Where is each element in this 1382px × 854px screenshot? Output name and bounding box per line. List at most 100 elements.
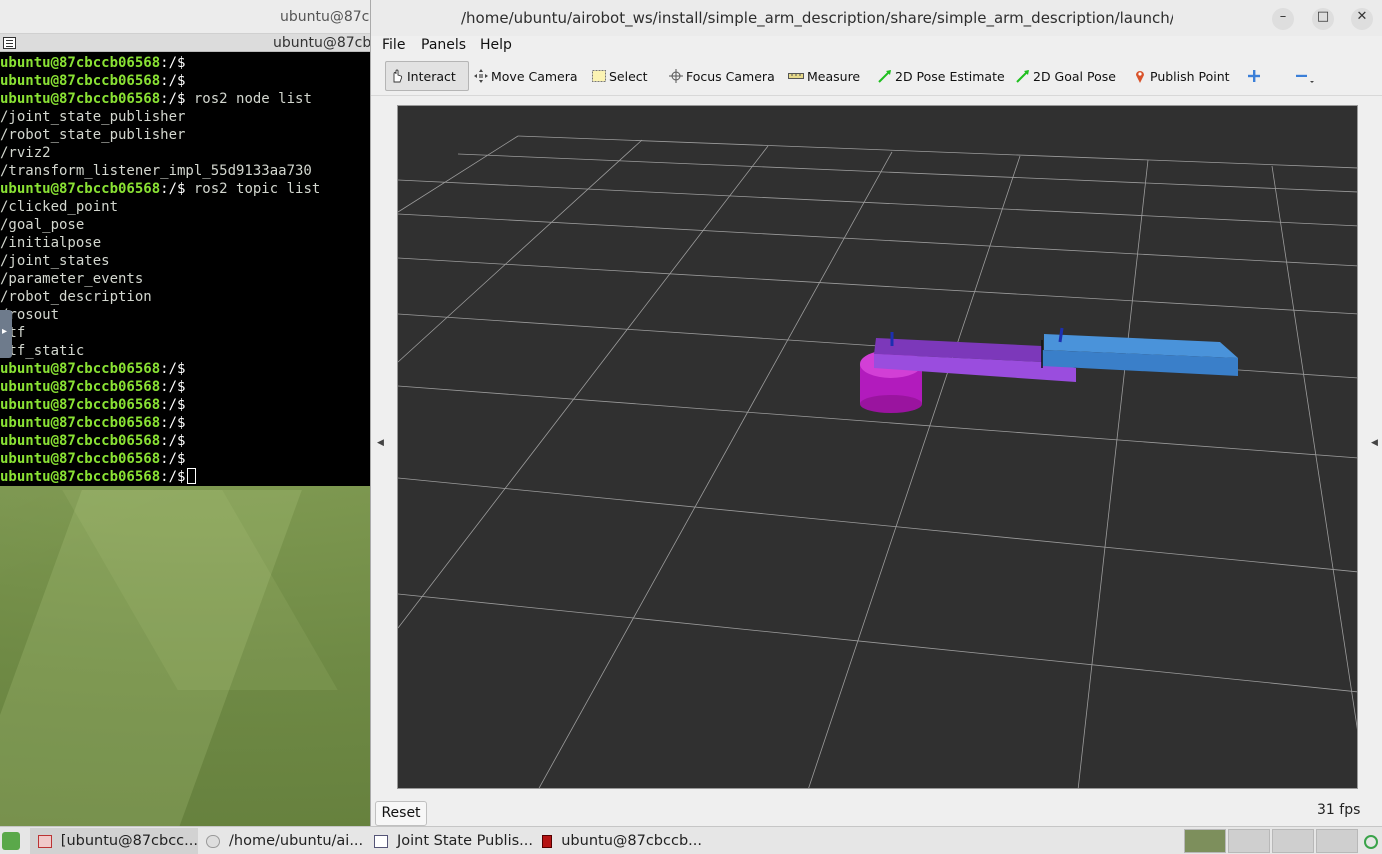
terminal-menu-icon[interactable] — [3, 37, 16, 49]
terminal-output-line: /rviz2 — [0, 145, 51, 161]
terminal-titlebar[interactable]: ubuntu@87cbccb06568: / — [0, 0, 461, 34]
taskbar-task-label: Joint State Publis... — [397, 833, 533, 849]
close-button[interactable]: ✕ — [1351, 8, 1373, 30]
terminal-line: ubuntu@87cbccb06568:/$ ros2 topic list — [0, 180, 372, 198]
show-desktop-icon[interactable] — [2, 832, 20, 850]
add-tool-button[interactable] — [1247, 61, 1264, 91]
terminal-prompt-path: :/$ — [160, 379, 186, 395]
terminal-line: ubuntu@87cbccb06568:/$ — [0, 468, 372, 486]
pose-estimate-arrow-icon — [878, 69, 892, 83]
terminal-line: /tf_static — [0, 342, 372, 360]
hand-icon — [390, 69, 404, 83]
ruler-icon — [788, 69, 804, 83]
terminal-output[interactable]: ubuntu@87cbccb06568:/$ ubuntu@87cbccb0656… — [0, 52, 372, 486]
taskbar-task-label: /home/ubuntu/ai... — [229, 833, 364, 849]
terminal-command: ros2 node list — [185, 91, 312, 107]
workspace-4[interactable] — [1316, 829, 1358, 853]
terminal-prompt-path: :/$ — [160, 433, 186, 449]
terminal-prompt: ubuntu@87cbccb06568 — [0, 397, 161, 413]
focus-camera-tool-label: Focus Camera — [686, 68, 775, 84]
publish-point-tool-label: Publish Point — [1150, 68, 1230, 84]
taskbar-task-rviz[interactable]: /home/ubuntu/ai... — [200, 828, 366, 854]
measure-tool[interactable]: Measure — [788, 61, 860, 91]
taskbar-task-label: ubuntu@87cbccb... — [561, 833, 702, 849]
terminal-line: ubuntu@87cbccb06568:/$ — [0, 54, 372, 72]
terminal-prompt-path: :/$ — [160, 91, 186, 107]
terminal-line: /transform_listener_impl_55d9133aa730 — [0, 162, 372, 180]
terminal-prompt: ubuntu@87cbccb06568 — [0, 433, 161, 449]
select-icon — [592, 69, 606, 83]
menu-file[interactable]: File — [382, 37, 405, 53]
3d-render-view[interactable] — [397, 105, 1358, 789]
minimize-button[interactable]: – — [1272, 8, 1294, 30]
terminal-app-icon — [542, 834, 553, 848]
remove-tool-button[interactable] — [1295, 61, 1318, 91]
terminal-line: /robot_state_publisher — [0, 126, 372, 144]
terminal-line: /goal_pose — [0, 216, 372, 234]
maximize-icon: □ — [1316, 9, 1330, 24]
terminal-prompt: ubuntu@87cbccb06568 — [0, 379, 161, 395]
terminal-line: ubuntu@87cbccb06568:/$ — [0, 450, 372, 468]
taskbar-task-terminal[interactable]: [ubuntu@87cbcc... — [30, 828, 198, 854]
terminal-prompt: ubuntu@87cbccb06568 — [0, 469, 161, 485]
terminal-prompt: ubuntu@87cbccb06568 — [0, 181, 161, 197]
terminal-prompt: ubuntu@87cbccb06568 — [0, 91, 161, 107]
publish-point-tool[interactable]: Publish Point — [1133, 61, 1230, 91]
measure-tool-label: Measure — [807, 68, 861, 84]
left-dock-toggle[interactable]: ◀ — [377, 438, 384, 448]
terminal-tabbar[interactable]: ubuntu@87cbccb06568: / — [0, 34, 454, 52]
terminal-prompt: ubuntu@87cbccb06568 — [0, 55, 161, 71]
terminal-prompt-path: :/$ — [160, 55, 186, 71]
terminal-line: /robot_description — [0, 288, 372, 306]
terminal-prompt-path: :/$ — [160, 451, 186, 467]
menu-panels[interactable]: Panels — [421, 37, 466, 53]
terminal-line: /rosout — [0, 306, 372, 324]
menu-bar: File Panels Help — [371, 36, 1382, 58]
terminal-line: ubuntu@87cbccb06568:/$ — [0, 360, 372, 378]
rviz-titlebar[interactable]: /home/ubuntu/airobot_ws/install/simple_a… — [371, 0, 1382, 36]
workspace-1[interactable] — [1184, 829, 1226, 853]
terminal-line: ubuntu@87cbccb06568:/$ — [0, 378, 372, 396]
terminal-output-line: /tf_static — [0, 343, 85, 359]
terminal-app-icon — [38, 834, 52, 848]
select-tool[interactable]: Select — [592, 61, 648, 91]
taskbar-task-terminal-2[interactable]: ubuntu@87cbccb... — [536, 828, 702, 854]
fps-readout: 31 fps — [1317, 802, 1361, 818]
map-pin-icon — [1133, 69, 1147, 83]
terminal-line: ubuntu@87cbccb06568:/$ — [0, 396, 372, 414]
terminal-output-line: /robot_description — [0, 289, 152, 305]
terminal-command: ros2 topic list — [185, 181, 321, 197]
rviz-window: /home/ubuntu/airobot_ws/install/simple_a… — [370, 0, 1382, 826]
workspace-3[interactable] — [1272, 829, 1314, 853]
close-icon: ✕ — [1356, 9, 1368, 24]
terminal-line: ubuntu@87cbccb06568:/$ — [0, 432, 372, 450]
terminal-line: ubuntu@87cbccb06568:/$ ros2 node list — [0, 90, 372, 108]
focus-camera-icon — [669, 69, 683, 83]
workspace-2[interactable] — [1228, 829, 1270, 853]
terminal-line: /joint_state_publisher — [0, 108, 372, 126]
trash-icon[interactable] — [1364, 835, 1378, 849]
tool-toolbar: Interact Move Camera Select Focus Camera… — [371, 58, 1382, 96]
maximize-button[interactable]: □ — [1312, 8, 1334, 30]
taskbar-task-joint-state-publisher[interactable]: Joint State Publis... — [368, 828, 534, 854]
terminal-output-line: /parameter_events — [0, 271, 144, 287]
move-camera-tool[interactable]: Move Camera — [474, 61, 578, 91]
terminal-prompt-path: :/$ — [160, 415, 186, 431]
select-tool-label: Select — [609, 68, 648, 84]
menu-help[interactable]: Help — [480, 37, 512, 53]
terminal-output-line: /transform_listener_impl_55d9133aa730 — [0, 163, 312, 179]
terminal-prompt-path: :/$ — [160, 397, 186, 413]
goal-pose-arrow-icon — [1016, 69, 1030, 83]
focus-camera-tool[interactable]: Focus Camera — [669, 61, 775, 91]
window-app-icon — [374, 834, 388, 848]
goal-pose-tool[interactable]: 2D Goal Pose — [1016, 61, 1116, 91]
move-camera-icon — [474, 69, 488, 83]
right-dock-toggle[interactable]: ◀ — [1371, 438, 1378, 448]
terminal-prompt-path: :/$ — [160, 361, 186, 377]
terminal-output-line: /initialpose — [0, 235, 102, 251]
interact-tool[interactable]: Interact — [385, 61, 469, 91]
reset-button[interactable]: Reset — [375, 801, 427, 826]
side-panel-handle[interactable] — [0, 310, 12, 358]
pose-estimate-tool[interactable]: 2D Pose Estimate — [878, 61, 1005, 91]
taskbar-task-label: [ubuntu@87cbcc... — [60, 833, 198, 849]
